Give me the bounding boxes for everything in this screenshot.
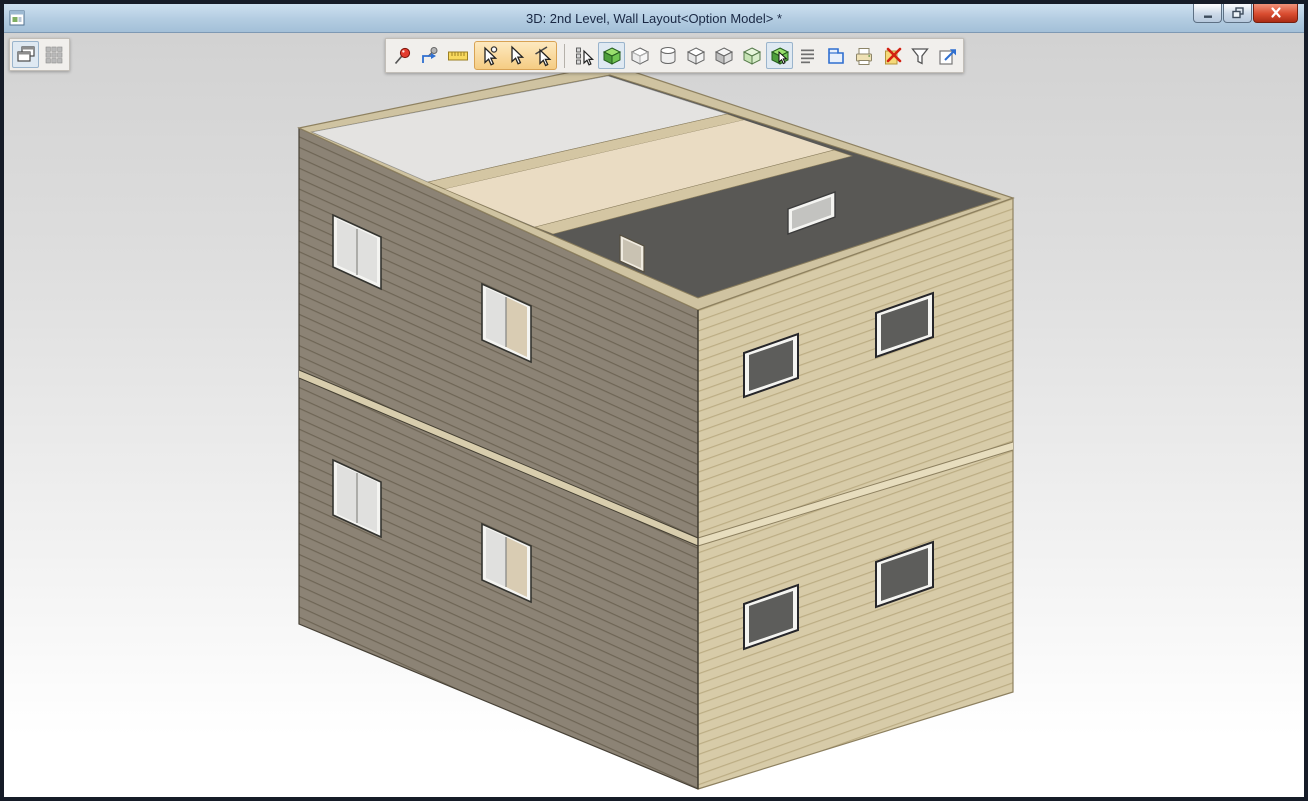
app-icon-glyph xyxy=(9,10,25,26)
print-button[interactable] xyxy=(850,42,877,69)
tinted-cube-button[interactable] xyxy=(738,42,765,69)
white-cube-icon xyxy=(685,45,707,67)
window-title: 3D: 2nd Level, Wall Layout<Option Model>… xyxy=(4,11,1304,26)
layer-steps-button[interactable] xyxy=(822,42,849,69)
minimize-button[interactable] xyxy=(1193,4,1222,23)
solid-cube-button[interactable] xyxy=(598,42,625,69)
window-glass xyxy=(486,288,506,347)
app-icon[interactable] xyxy=(9,9,27,27)
select-arrow-icon xyxy=(505,45,527,67)
titlebar[interactable]: 3D: 2nd Level, Wall Layout<Option Model>… xyxy=(4,4,1304,33)
glass-cube-icon xyxy=(629,45,651,67)
ruler-icon xyxy=(447,45,469,67)
tape-measure-button[interactable] xyxy=(444,42,471,69)
minimize-icon xyxy=(1199,5,1217,21)
close-button[interactable] xyxy=(1253,4,1298,23)
glass-cube-button[interactable] xyxy=(626,42,653,69)
main-toolbar xyxy=(385,38,964,73)
shaded-cube-button[interactable] xyxy=(710,42,737,69)
select-cube-icon xyxy=(769,45,791,67)
pin-button[interactable] xyxy=(388,42,415,69)
select-tangent-button[interactable] xyxy=(529,42,556,69)
app-window: 3D: 2nd Level, Wall Layout<Option Model>… xyxy=(0,0,1308,801)
window-glass xyxy=(486,528,506,587)
window-layout-toolbar xyxy=(9,38,70,71)
select-tangent-icon xyxy=(532,45,554,67)
pin-move-icon xyxy=(419,45,441,67)
select-objects-button[interactable] xyxy=(475,42,502,69)
close-icon xyxy=(1267,5,1285,21)
cylinder-icon xyxy=(657,45,679,67)
list-icon xyxy=(797,45,819,67)
send-to-view-button[interactable] xyxy=(934,42,961,69)
tinted-cube-icon xyxy=(741,45,763,67)
tile-windows-icon xyxy=(43,44,65,66)
pin-move-button[interactable] xyxy=(416,42,443,69)
layer-steps-icon xyxy=(825,45,847,67)
delete-icon xyxy=(881,45,903,67)
viewport-3d[interactable] xyxy=(4,33,1304,797)
cylinder-button[interactable] xyxy=(654,42,681,69)
white-cube-button[interactable] xyxy=(682,42,709,69)
cascade-windows-icon xyxy=(15,44,37,66)
house-model xyxy=(4,33,1304,797)
select-cube-button[interactable] xyxy=(766,42,793,69)
printer-icon xyxy=(853,45,875,67)
select-arrow-button[interactable] xyxy=(502,42,529,69)
select-tool-group xyxy=(474,41,557,70)
delete-button[interactable] xyxy=(878,42,905,69)
green-cube-icon xyxy=(601,45,623,67)
edit-handles-icon xyxy=(573,45,595,67)
filter-funnel-icon xyxy=(909,45,931,67)
list-button[interactable] xyxy=(794,42,821,69)
select-objects-icon xyxy=(478,45,500,67)
restore-button[interactable] xyxy=(1223,4,1252,23)
filter-button[interactable] xyxy=(906,42,933,69)
toolbar-separator xyxy=(564,44,565,68)
shaded-cube-icon xyxy=(713,45,735,67)
window-pane xyxy=(506,297,527,357)
tile-windows-button[interactable] xyxy=(40,41,67,68)
edit-handles-button[interactable] xyxy=(570,42,597,69)
pin-icon xyxy=(391,45,413,67)
cascade-windows-button[interactable] xyxy=(12,41,39,68)
send-to-view-icon xyxy=(937,45,959,67)
restore-icon xyxy=(1229,5,1247,21)
window-pane xyxy=(506,537,527,597)
window-controls xyxy=(1193,4,1298,23)
